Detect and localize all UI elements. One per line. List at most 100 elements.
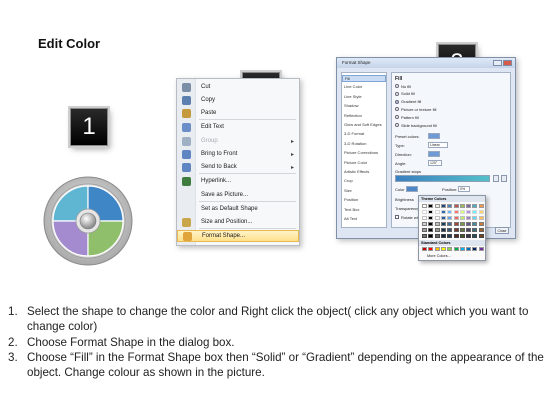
theme-color-swatch[interactable] xyxy=(434,228,440,232)
close-button[interactable]: Close xyxy=(495,227,509,234)
theme-color-swatch[interactable] xyxy=(440,216,446,220)
fill-option-radio[interactable] xyxy=(395,84,399,88)
theme-color-swatch[interactable] xyxy=(453,204,459,208)
menu-item-set-as-default-shape[interactable]: Set as Default Shape xyxy=(177,203,299,215)
theme-color-swatch[interactable] xyxy=(447,216,453,220)
angle-field[interactable]: 120° xyxy=(428,160,442,166)
theme-color-swatch[interactable] xyxy=(466,204,472,208)
menu-item-size-and-position[interactable]: Size and Position... xyxy=(177,216,299,228)
theme-color-swatch[interactable] xyxy=(466,228,472,232)
theme-color-swatch[interactable] xyxy=(478,216,484,220)
standard-color-swatch[interactable] xyxy=(453,247,459,251)
circle-diagram[interactable] xyxy=(42,175,134,267)
standard-color-swatch[interactable] xyxy=(447,247,453,251)
theme-color-swatch[interactable] xyxy=(428,210,434,214)
theme-color-swatch[interactable] xyxy=(447,222,453,226)
theme-color-swatch[interactable] xyxy=(440,204,446,208)
theme-color-swatch[interactable] xyxy=(466,234,472,238)
menu-item-format-shape[interactable]: Format Shape... xyxy=(177,230,299,242)
nav-item-3-d-rotation[interactable]: 3-D Rotation xyxy=(344,141,366,146)
type-dropdown[interactable]: Linear xyxy=(428,142,448,148)
theme-color-swatch[interactable] xyxy=(472,210,478,214)
standard-color-swatch[interactable] xyxy=(472,247,478,251)
standard-color-swatch[interactable] xyxy=(466,247,472,251)
menu-item-save-as-picture[interactable]: Save as Picture... xyxy=(177,189,299,201)
theme-color-swatch[interactable] xyxy=(478,228,484,232)
theme-color-swatch[interactable] xyxy=(422,210,427,214)
theme-color-swatch[interactable] xyxy=(422,234,427,238)
theme-color-swatch[interactable] xyxy=(434,216,440,220)
theme-color-swatch[interactable] xyxy=(472,216,478,220)
theme-color-swatch[interactable] xyxy=(459,210,465,214)
standard-color-swatch[interactable] xyxy=(440,247,446,251)
theme-color-swatch[interactable] xyxy=(478,234,484,238)
theme-color-swatch[interactable] xyxy=(440,210,446,214)
theme-color-swatch[interactable] xyxy=(440,228,446,232)
theme-color-swatch[interactable] xyxy=(434,210,440,214)
theme-color-swatch[interactable] xyxy=(428,228,434,232)
theme-color-swatch[interactable] xyxy=(447,234,453,238)
menu-item-group[interactable]: Group ▸ xyxy=(177,135,299,147)
menu-item-paste[interactable]: Paste xyxy=(177,107,299,119)
theme-color-swatch[interactable] xyxy=(447,204,453,208)
standard-color-swatch[interactable] xyxy=(434,247,440,251)
theme-color-swatch[interactable] xyxy=(428,204,434,208)
nav-item-3-d-format[interactable]: 3-D Format xyxy=(344,131,364,136)
theme-color-swatch[interactable] xyxy=(422,216,427,220)
theme-color-swatch[interactable] xyxy=(466,216,472,220)
standard-color-swatch[interactable] xyxy=(422,247,427,251)
theme-color-swatch[interactable] xyxy=(459,222,465,226)
theme-color-swatch[interactable] xyxy=(434,222,440,226)
nav-item-line-style[interactable]: Line Style xyxy=(344,94,362,99)
theme-color-swatch[interactable] xyxy=(440,234,446,238)
color-dropdown[interactable] xyxy=(406,186,418,192)
theme-color-swatch[interactable] xyxy=(422,228,427,232)
menu-item-cut[interactable]: Cut xyxy=(177,81,299,93)
fill-option-radio[interactable] xyxy=(395,107,399,112)
menu-item-edit-text[interactable]: Edit Text xyxy=(177,121,299,133)
preset-colors-dropdown[interactable] xyxy=(428,133,440,139)
theme-color-swatch[interactable] xyxy=(434,204,440,208)
nav-item-text-box[interactable]: Text Box xyxy=(344,207,359,212)
theme-color-swatch[interactable] xyxy=(459,228,465,232)
theme-color-swatch[interactable] xyxy=(434,234,440,238)
theme-color-swatch[interactable] xyxy=(472,234,478,238)
theme-color-swatch[interactable] xyxy=(440,222,446,226)
nav-item-size[interactable]: Size xyxy=(344,188,352,193)
fill-option-radio[interactable] xyxy=(395,115,399,120)
menu-item-hyperlink[interactable]: Hyperlink... xyxy=(177,175,299,187)
theme-color-swatch[interactable] xyxy=(472,204,478,208)
remove-stop-button[interactable] xyxy=(501,175,507,182)
add-stop-button[interactable] xyxy=(493,175,499,182)
nav-item-alt-text[interactable]: Alt Text xyxy=(344,216,357,221)
theme-color-swatch[interactable] xyxy=(428,234,434,238)
gradient-stops-bar[interactable] xyxy=(395,175,490,182)
help-button[interactable] xyxy=(493,60,502,66)
position-field[interactable]: 0% xyxy=(458,186,470,192)
theme-color-swatch[interactable] xyxy=(453,222,459,226)
theme-color-swatch[interactable] xyxy=(447,228,453,232)
theme-color-swatch[interactable] xyxy=(428,222,434,226)
theme-color-swatch[interactable] xyxy=(478,222,484,226)
direction-dropdown[interactable] xyxy=(428,151,440,157)
theme-color-swatch[interactable] xyxy=(472,222,478,226)
theme-color-swatch[interactable] xyxy=(459,216,465,220)
nav-item-reflection[interactable]: Reflection xyxy=(344,113,362,118)
theme-color-swatch[interactable] xyxy=(453,216,459,220)
menu-item-bring-to-front[interactable]: Bring to Front ▸ xyxy=(177,148,299,160)
theme-color-swatch[interactable] xyxy=(453,210,459,214)
theme-color-swatch[interactable] xyxy=(453,228,459,232)
standard-color-swatch[interactable] xyxy=(428,247,434,251)
theme-color-swatch[interactable] xyxy=(453,234,459,238)
menu-item-send-to-back[interactable]: Send to Back ▸ xyxy=(177,161,299,173)
theme-color-swatch[interactable] xyxy=(466,222,472,226)
nav-item-artistic-effects[interactable]: Artistic Effects xyxy=(344,169,369,174)
fill-option-radio[interactable] xyxy=(395,123,399,127)
rotate-checkbox[interactable] xyxy=(395,215,399,219)
nav-item-picture-color[interactable]: Picture Color xyxy=(344,160,367,165)
more-colors-link[interactable]: More Colors... xyxy=(427,254,451,258)
theme-color-swatch[interactable] xyxy=(466,210,472,214)
theme-color-swatch[interactable] xyxy=(447,210,453,214)
standard-color-swatch[interactable] xyxy=(459,247,465,251)
nav-item-picture-corrections[interactable]: Picture Corrections xyxy=(344,150,378,155)
